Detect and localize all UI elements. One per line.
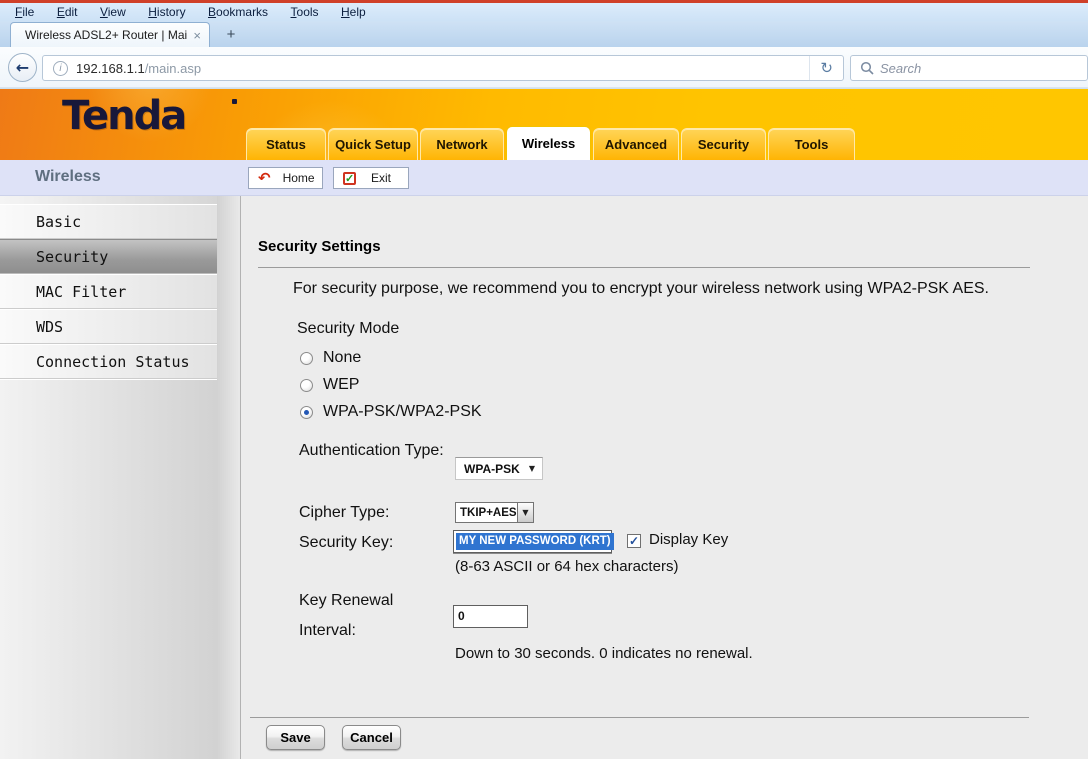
radio-wep-label: WEP: [323, 376, 359, 394]
chevron-down-icon: ▼: [529, 464, 535, 473]
section-title: Wireless: [35, 168, 101, 186]
auth-type-select[interactable]: WPA-PSK ▼: [455, 457, 543, 480]
cipher-type-select[interactable]: TKIP+AES ▼: [455, 502, 534, 523]
navigation-bar: ← i 192.168.1.1/main.asp ↻ Search: [0, 47, 1088, 88]
security-key-selected-text: MY NEW PASSWORD (KRT): [456, 533, 614, 550]
exit-button[interactable]: ✓ Exit: [333, 167, 409, 189]
reload-icon[interactable]: ↻: [809, 56, 843, 80]
nav-tab-security[interactable]: Security: [681, 128, 766, 160]
body-area: Basic Security MAC Filter WDS Connection…: [0, 196, 1088, 759]
key-renewal-label: Key Renewal Interval:: [299, 586, 429, 646]
key-renewal-hint: Down to 30 seconds. 0 indicates no renew…: [455, 639, 785, 669]
cipher-type-label: Cipher Type:: [299, 498, 389, 528]
close-icon[interactable]: ×: [193, 28, 201, 43]
menu-tools[interactable]: Tools: [282, 3, 328, 19]
sidebar: Basic Security MAC Filter WDS Connection…: [0, 196, 217, 759]
browser-tab[interactable]: Wireless ADSL2+ Router | Main ×: [10, 22, 210, 47]
exit-check-icon: ✓: [343, 172, 356, 185]
radio-wpa-psk-control: [300, 406, 313, 419]
cancel-button[interactable]: Cancel: [342, 725, 401, 750]
radio-wpa-psk-label: WPA-PSK/WPA2-PSK: [323, 403, 482, 421]
logo-trademark-dot: [232, 99, 237, 104]
nav-tab-network[interactable]: Network: [420, 128, 504, 160]
nav-tab-wireless[interactable]: Wireless: [506, 126, 591, 160]
auth-type-value: WPA-PSK: [456, 462, 529, 476]
chevron-down-icon: ▼: [522, 508, 528, 517]
radio-wep-control: [300, 379, 313, 392]
nav-tab-quick-setup[interactable]: Quick Setup: [328, 128, 418, 160]
info-icon[interactable]: i: [53, 61, 68, 76]
security-mode-label: Security Mode: [297, 320, 399, 338]
nav-tab-advanced[interactable]: Advanced: [593, 128, 679, 160]
url-path: /main.asp: [145, 61, 810, 76]
sidebar-item-security[interactable]: Security: [0, 239, 217, 274]
menu-view[interactable]: View: [91, 3, 135, 19]
menu-bar: File Edit View History Bookmarks Tools H…: [0, 3, 1088, 21]
sidebar-item-mac-filter[interactable]: MAC Filter: [0, 274, 217, 309]
tab-bar: Wireless ADSL2+ Router | Main × +: [0, 21, 1088, 47]
brand-banner: Tenda Status Quick Setup Network Wireles…: [0, 88, 1088, 160]
tenda-logo: Tenda: [62, 93, 185, 139]
buttons-divider: [250, 717, 1029, 718]
radio-none-control: [300, 352, 313, 365]
page-title: Security Settings: [258, 238, 381, 255]
url-host: 192.168.1.1: [76, 61, 145, 76]
menu-history[interactable]: History: [139, 3, 194, 19]
search-input[interactable]: Search: [850, 55, 1088, 81]
radio-wpa-psk[interactable]: WPA-PSK/WPA2-PSK: [300, 402, 482, 422]
nav-tab-tools[interactable]: Tools: [768, 128, 855, 160]
new-tab-button[interactable]: +: [218, 25, 244, 45]
search-placeholder: Search: [880, 61, 921, 76]
browser-tab-title: Wireless ADSL2+ Router | Main: [25, 28, 187, 42]
cipher-type-value: TKIP+AES: [456, 507, 517, 519]
search-icon: [860, 61, 874, 75]
display-key-label: Display Key: [649, 531, 728, 548]
sidebar-gap: [217, 196, 240, 759]
security-key-label: Security Key:: [299, 528, 393, 558]
main-content: Security Settings For security purpose, …: [240, 196, 1088, 759]
sidebar-item-connection-status[interactable]: Connection Status: [0, 344, 217, 379]
security-key-input[interactable]: MY NEW PASSWORD (KRT): [453, 530, 612, 553]
intro-text: For security purpose, we recommend you t…: [293, 280, 989, 298]
title-divider: [258, 267, 1030, 268]
save-button[interactable]: Save: [266, 725, 325, 750]
sidebar-item-wds[interactable]: WDS: [0, 309, 217, 344]
exit-button-label: Exit: [368, 171, 408, 185]
section-header-bar: Wireless ↶ Home ✓ Exit: [0, 160, 1088, 196]
back-arrow-icon: ←: [16, 58, 29, 77]
radio-none[interactable]: None: [300, 348, 361, 368]
cipher-select-arrow-button: ▼: [517, 503, 533, 522]
home-arrow-icon: ↶: [258, 169, 271, 187]
display-key-checkbox[interactable]: ✓: [627, 534, 641, 548]
home-button-label: Home: [283, 171, 329, 185]
back-button[interactable]: ←: [8, 53, 37, 82]
auth-type-label: Authentication Type:: [299, 436, 449, 466]
menu-help[interactable]: Help: [332, 3, 375, 19]
radio-none-label: None: [323, 349, 361, 367]
screen: File Edit View History Bookmarks Tools H…: [0, 0, 1088, 759]
radio-wep[interactable]: WEP: [300, 375, 359, 395]
sidebar-filler: [0, 379, 217, 759]
url-bar[interactable]: i 192.168.1.1/main.asp ↻: [42, 55, 844, 81]
menu-file[interactable]: File: [6, 3, 43, 19]
home-button[interactable]: ↶ Home: [248, 167, 323, 189]
menu-edit[interactable]: Edit: [48, 3, 87, 19]
security-key-hint: (8-63 ASCII or 64 hex characters): [455, 552, 678, 582]
menu-bookmarks[interactable]: Bookmarks: [199, 3, 277, 19]
key-renewal-input[interactable]: 0: [453, 605, 528, 628]
nav-tab-status[interactable]: Status: [246, 128, 326, 160]
sidebar-item-basic[interactable]: Basic: [0, 204, 217, 239]
